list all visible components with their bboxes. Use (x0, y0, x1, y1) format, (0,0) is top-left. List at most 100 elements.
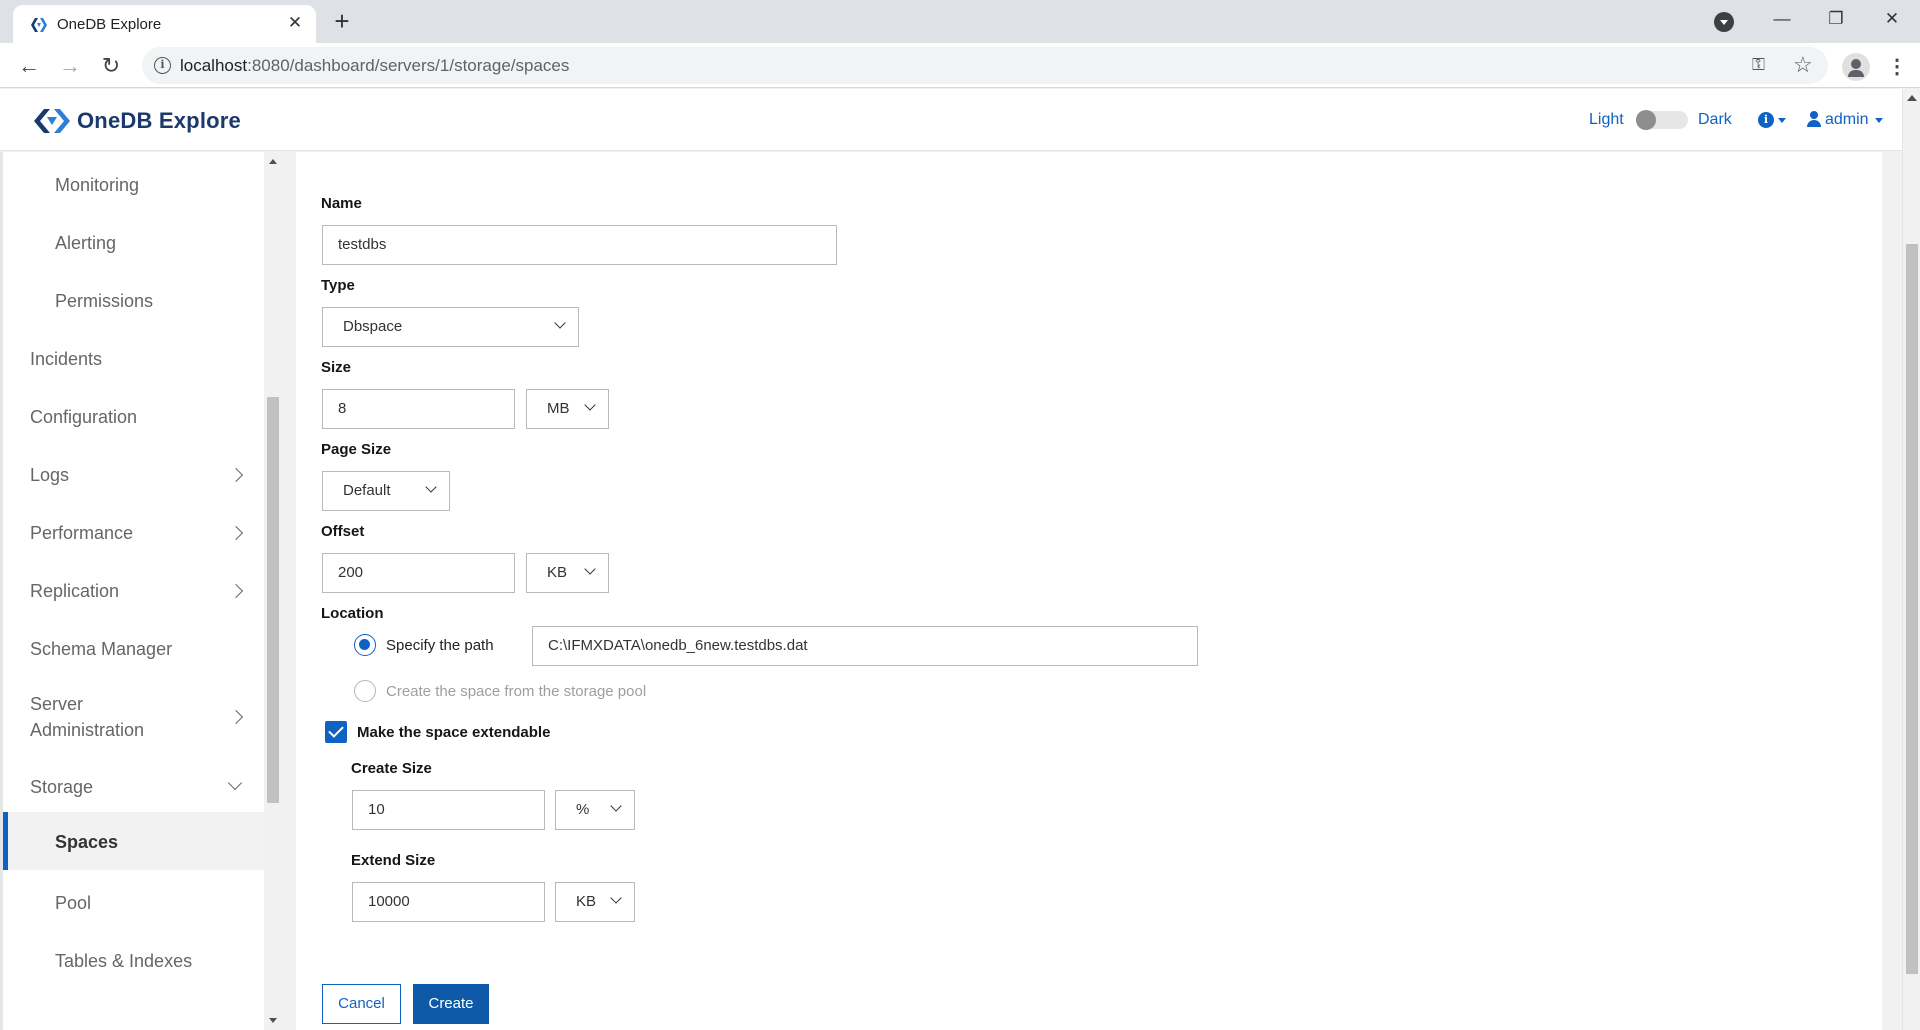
name-label: Name (321, 195, 362, 212)
browser-address-bar: ← → ↻ i localhost:8080/dashboard/servers… (0, 43, 1920, 88)
page-scroll-thumb[interactable] (1906, 244, 1918, 974)
sidebar-item-spaces[interactable]: Spaces (3, 812, 264, 870)
tab-close-icon[interactable]: ✕ (283, 11, 307, 35)
page-scrollbar[interactable] (1902, 89, 1920, 1030)
browser-tab[interactable]: OneDB Explore ✕ (13, 5, 316, 43)
specify-path-radio[interactable] (354, 634, 376, 656)
page-size-label: Page Size (321, 441, 392, 458)
page-size-select[interactable]: Default (322, 471, 450, 511)
sidebar-item-label: Permissions (55, 291, 154, 311)
close-window-button[interactable]: ✕ (1872, 4, 1912, 34)
create-space-form: Name testdbs Type Dbspace Size 8 MB Page… (296, 152, 1882, 1030)
scroll-up-arrow-icon[interactable] (1907, 95, 1917, 101)
sidebar-scroll-thumb[interactable] (267, 397, 279, 803)
create-size-label: Create Size (351, 760, 432, 777)
sidebar-item-label: Storage (30, 777, 94, 797)
sidebar-item-server-administration[interactable]: Server Administration (3, 674, 264, 754)
type-label: Type (321, 277, 355, 294)
sidebar-item-label: Logs (30, 465, 70, 485)
app-header: OneDB Explore Light Dark i admin (0, 89, 1902, 151)
chevron-right-icon (228, 467, 244, 483)
theme-toggle[interactable] (1636, 110, 1688, 130)
browser-tab-bar: OneDB Explore ✕ + — ❐ ✕ (0, 0, 1920, 43)
extendable-label[interactable]: Make the space extendable (357, 724, 550, 741)
size-input[interactable]: 8 (322, 389, 515, 429)
sidebar-item-performance[interactable]: Performance (3, 500, 264, 558)
theme-toggle-knob (1636, 110, 1656, 130)
site-info-icon[interactable]: i (154, 57, 171, 74)
sidebar-item-label: Tables & Indexes (55, 951, 193, 971)
user-caret-icon[interactable] (1875, 118, 1883, 123)
sidebar-item-logs[interactable]: Logs (3, 442, 264, 500)
browser-menu-icon[interactable]: ⋮ (1887, 52, 1907, 82)
page-viewport: OneDB Explore Light Dark i admin Monitor… (0, 89, 1920, 1030)
sidebar-item-incidents[interactable]: Incidents (3, 326, 264, 384)
sidebar-item-pool[interactable]: Pool (3, 870, 264, 928)
storage-pool-radio[interactable] (354, 680, 376, 702)
location-label: Location (321, 605, 384, 622)
help-caret-icon[interactable] (1778, 118, 1786, 123)
user-menu[interactable]: admin (1825, 111, 1869, 129)
sidebar-item-monitoring[interactable]: Monitoring (3, 152, 264, 210)
bookmark-star-icon[interactable]: ☆ (1793, 52, 1813, 78)
type-select[interactable]: Dbspace (322, 307, 579, 347)
specify-path-label[interactable]: Specify the path (386, 637, 494, 654)
storage-pool-label[interactable]: Create the space from the storage pool (386, 683, 646, 700)
reload-icon[interactable]: ↻ (96, 51, 126, 81)
sidebar-item-label: Monitoring (55, 175, 140, 195)
theme-light-label: Light (1589, 111, 1624, 128)
sidebar-item-permissions[interactable]: Permissions (3, 268, 264, 326)
sidebar-item-label: Server (30, 694, 84, 714)
scroll-up-arrow-icon[interactable] (269, 159, 277, 164)
sidebar-scrollbar[interactable] (264, 152, 282, 1030)
create-button[interactable]: Create (413, 984, 489, 1024)
extend-size-label: Extend Size (351, 852, 436, 869)
sidebar-item-configuration[interactable]: Configuration (3, 384, 264, 442)
url-text[interactable]: localhost:8080/dashboard/servers/1/stora… (180, 56, 569, 76)
name-input[interactable]: testdbs (322, 225, 837, 265)
tab-title: OneDB Explore (57, 16, 162, 33)
back-arrow-icon[interactable]: ← (14, 51, 44, 81)
sidebar-item-label: Schema Manager (30, 639, 173, 659)
offset-input[interactable]: 200 (322, 553, 515, 593)
sidebar-item-label: Administration (30, 720, 145, 740)
theme-dark-label: Dark (1698, 111, 1732, 128)
sidebar-item-label: Configuration (30, 407, 138, 427)
key-icon[interactable]: ⚿ (1752, 55, 1765, 75)
extend-size-input[interactable]: 10000 (352, 882, 545, 922)
new-tab-button[interactable]: + (327, 7, 357, 37)
offset-label: Offset (321, 523, 365, 540)
size-label: Size (321, 359, 352, 376)
create-size-unit-select[interactable]: % (555, 790, 635, 830)
scroll-down-arrow-icon[interactable] (269, 1018, 277, 1023)
sidebar-item-alerting[interactable]: Alerting (3, 210, 264, 268)
sidebar-item-tables-indexes[interactable]: Tables & Indexes (3, 928, 264, 986)
tab-search-icon[interactable] (1714, 12, 1734, 32)
minimize-button[interactable]: — (1762, 4, 1802, 34)
sidebar-item-label: Spaces (55, 832, 119, 852)
offset-unit-select[interactable]: KB (526, 553, 609, 593)
sidebar-item-label: Alerting (55, 233, 117, 253)
size-unit-select[interactable]: MB (526, 389, 609, 429)
profile-avatar-icon[interactable] (1842, 53, 1870, 81)
user-icon[interactable] (1806, 111, 1822, 129)
extendable-checkbox[interactable] (325, 721, 347, 743)
sidebar-item-label: Pool (55, 893, 92, 913)
path-input[interactable]: C:\IFMXDATA\onedb_6new.testdbs.dat (532, 626, 1198, 666)
sidebar-item-label: Performance (30, 523, 134, 543)
onedb-logo-icon[interactable] (32, 107, 72, 135)
cancel-button[interactable]: Cancel (322, 984, 401, 1024)
sidebar-item-storage[interactable]: Storage (3, 754, 264, 812)
help-info-icon[interactable]: i (1758, 112, 1774, 128)
url-bar[interactable]: i localhost:8080/dashboard/servers/1/sto… (142, 47, 1828, 84)
extend-size-unit-select[interactable]: KB (555, 882, 635, 922)
sidebar-item-replication[interactable]: Replication (3, 558, 264, 616)
forward-arrow-icon[interactable]: → (55, 51, 85, 81)
chevron-down-icon (227, 775, 243, 791)
restore-button[interactable]: ❐ (1816, 4, 1856, 34)
chevron-right-icon (228, 583, 244, 599)
sidebar: Monitoring Alerting Permissions Incident… (0, 152, 264, 1030)
brand-name[interactable]: OneDB Explore (77, 108, 241, 134)
create-size-input[interactable]: 10 (352, 790, 545, 830)
sidebar-item-schema-manager[interactable]: Schema Manager (3, 616, 264, 674)
